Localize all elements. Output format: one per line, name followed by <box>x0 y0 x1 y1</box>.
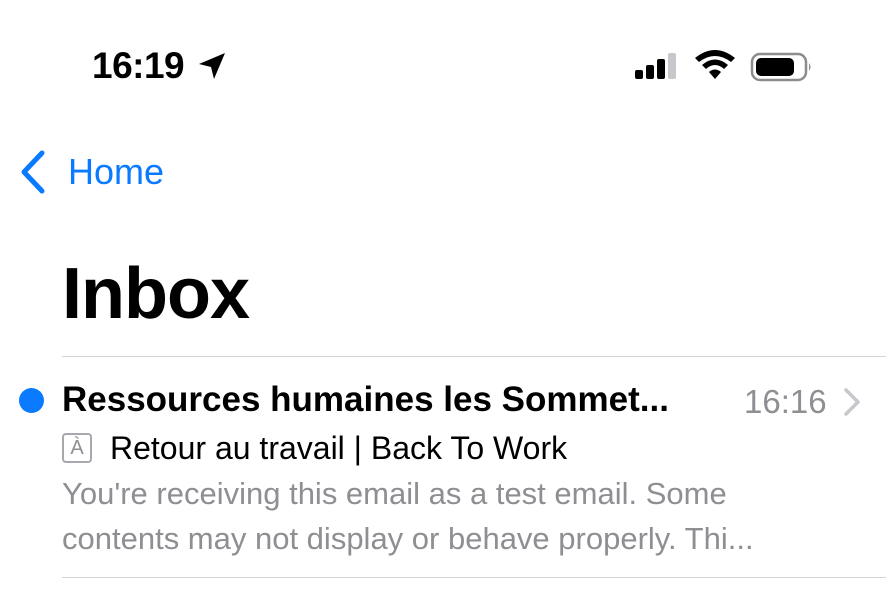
message-sender: Ressources humaines les Sommet... <box>62 380 669 419</box>
page-title: Inbox <box>62 254 250 334</box>
message-subject: Retour au travail | Back To Work <box>110 430 568 466</box>
wifi-icon <box>695 50 735 79</box>
status-time: 16:19 <box>92 45 185 86</box>
translate-icon: À <box>62 433 92 463</box>
message-time: 16:16 <box>744 383 827 420</box>
preview-line: You're receiving this email as a test em… <box>62 476 727 511</box>
cellular-signal-icon <box>635 53 676 79</box>
divider <box>62 577 886 578</box>
back-label: Home <box>68 151 165 192</box>
message-row[interactable]: Ressources humaines les Sommet... 16:16 … <box>0 357 886 577</box>
chevron-right-icon <box>844 388 860 416</box>
battery-icon <box>750 52 811 82</box>
location-arrow-icon <box>199 53 225 79</box>
subject-line: À Retour au travail | Back To Work <box>62 425 567 471</box>
back-button[interactable]: Home <box>18 146 164 198</box>
chevron-left-icon <box>21 150 45 194</box>
unread-indicator <box>19 388 44 413</box>
message-preview: You're receiving this email as a test em… <box>62 471 852 561</box>
mail-inbox-screen: 16:19 Home Inbox Ressources humaines les… <box>0 0 886 600</box>
preview-line: contents may not display or behave prope… <box>62 521 754 556</box>
